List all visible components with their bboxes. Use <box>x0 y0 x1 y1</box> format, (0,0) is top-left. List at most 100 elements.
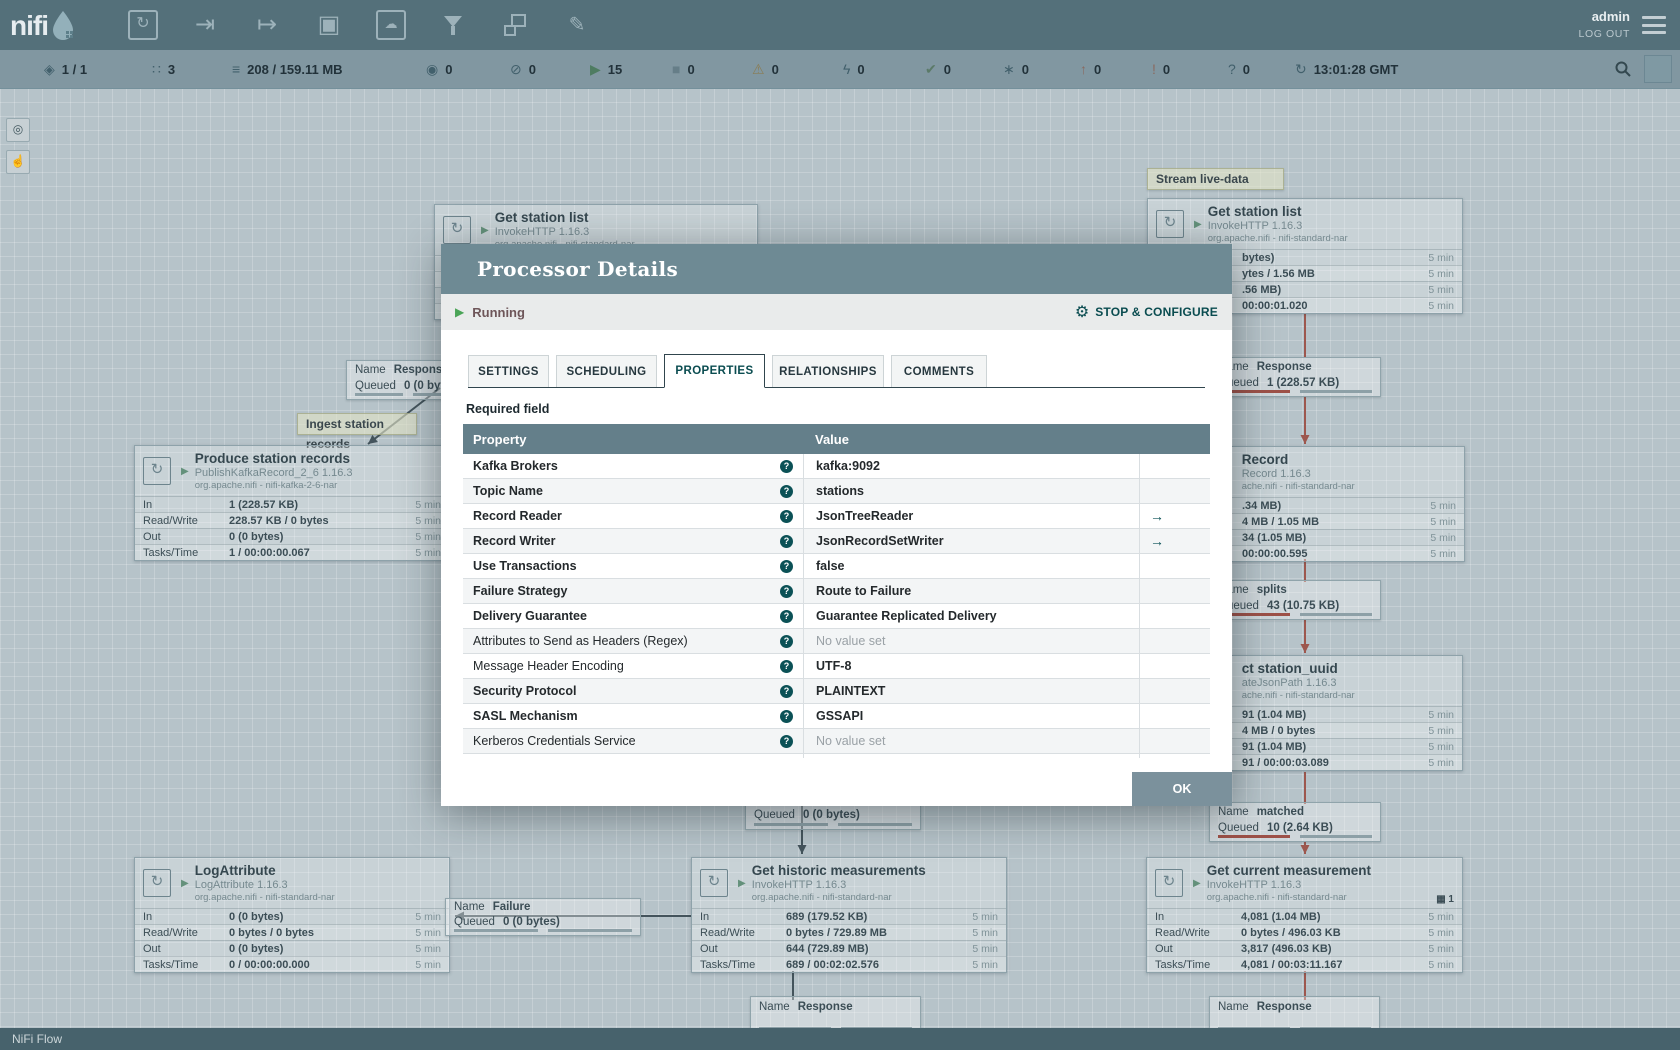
disabled-icon: ϟ <box>843 61 851 77</box>
processor-stat-row: Out 0 (0 bytes) 5 min <box>135 940 449 956</box>
processor[interactable]: ↻ ▶ LogAttribute LogAttribute 1.16.3 org… <box>134 857 450 973</box>
help-icon[interactable]: ? <box>780 484 793 498</box>
birdseye-button[interactable] <box>1644 55 1672 83</box>
processor-icon: ↻ <box>1156 210 1184 238</box>
running-icon: ▶ <box>1194 218 1202 230</box>
remote-process-group-icon[interactable]: ☁ <box>376 8 406 42</box>
current-user: admin <box>1591 9 1630 25</box>
help-icon[interactable]: ? <box>780 609 793 623</box>
property-row: Record Reader ? JsonTreeReader → <box>463 504 1210 529</box>
status-bar: ◈ 1 / 1 ∷ 3 ≡ 208 / 159.11 MB ◉ 0 ⊘ 0 ▶ … <box>0 50 1680 89</box>
connection-label[interactable]: Name Failure Queued 0 (0 bytes) <box>445 898 641 936</box>
help-icon[interactable]: ? <box>780 509 793 523</box>
go-to-service-icon[interactable]: → <box>1150 508 1164 524</box>
connection-label[interactable]: Name Response Queued 1 (228.57 KB) <box>1209 357 1381 397</box>
processor-stat-row: Out 3,817 (496.03 KB) 5 min <box>1147 940 1462 956</box>
connection-label-row: Queued 1 (228.57 KB) <box>1218 376 1340 389</box>
processor[interactable]: ↻ ▶ Get historic measurements InvokeHTTP… <box>691 857 1007 973</box>
processor-type: InvokeHTTP 1.16.3 <box>494 225 590 238</box>
tab-scheduling[interactable]: SCHEDULING <box>556 355 657 387</box>
processor-type: InvokeHTTP 1.16.3 <box>751 878 847 891</box>
processor-stat-row: Read/Write 0 bytes / 729.89 MB 5 min <box>692 924 1006 940</box>
queue-count-bar <box>754 823 828 826</box>
template-icon[interactable] <box>500 8 530 42</box>
help-icon[interactable]: ? <box>780 709 793 723</box>
processor-icon[interactable]: ↻ <box>128 8 158 42</box>
processor[interactable]: ↻ ▶ Produce station records PublishKafka… <box>134 445 450 561</box>
process-group-icon[interactable]: ▣ <box>314 8 344 42</box>
hand-icon[interactable]: ☝ <box>6 150 30 174</box>
property-value: UTF-8 <box>816 659 852 673</box>
tab-comments[interactable]: COMMENTS <box>891 355 987 387</box>
tab-properties[interactable]: PROPERTIES <box>664 354 765 388</box>
help-icon[interactable]: ? <box>780 459 793 473</box>
property-name: Topic Name <box>473 484 543 498</box>
property-value: kafka:9092 <box>816 459 880 473</box>
tab-relationships[interactable]: RELATIONSHIPS <box>772 355 884 387</box>
canvas-label[interactable]: Ingest station records <box>297 413 417 451</box>
property-name: Message Header Encoding <box>473 659 624 673</box>
breadcrumb-bar: NiFi Flow <box>0 1028 1680 1050</box>
processor-name: Record <box>1241 451 1289 467</box>
tab-settings[interactable]: SETTINGS <box>468 355 549 387</box>
output-port-icon[interactable]: ↦ <box>252 8 282 42</box>
help-icon[interactable]: ? <box>780 584 793 598</box>
status-item-sync-failure: ? 0 <box>1228 61 1251 77</box>
help-icon[interactable]: ? <box>780 559 793 573</box>
input-port-icon[interactable]: ⇥ <box>190 8 220 42</box>
processor-details-dialog: Processor Details ▶ Running ⚙ STOP & CON… <box>441 244 1232 806</box>
dialog-status-row: ▶ Running ⚙ STOP & CONFIGURE <box>441 294 1232 330</box>
breadcrumb[interactable]: NiFi Flow <box>12 1032 62 1046</box>
property-value: stations <box>816 484 864 498</box>
help-icon[interactable]: ? <box>780 734 793 748</box>
help-icon[interactable]: ? <box>780 634 793 648</box>
property-value: false <box>816 559 845 573</box>
queue-size-bar <box>1300 613 1372 616</box>
ok-button[interactable]: OK <box>1132 772 1232 806</box>
search-icon[interactable] <box>1614 60 1632 78</box>
processor-stat-row: Read/Write 0 bytes / 496.03 KB 5 min <box>1147 924 1462 940</box>
property-value: JsonTreeReader <box>816 509 914 523</box>
processor-type: PublishKafkaRecord_2_6 1.16.3 <box>194 466 353 479</box>
processor-bundle: org.apache.nifi - nifi-standard-nar <box>751 891 892 903</box>
dialog-tabs: SETTINGS SCHEDULING PROPERTIES RELATIONSHIP… <box>468 354 1205 388</box>
help-icon[interactable]: ? <box>780 534 793 548</box>
properties-table-header: Property Value <box>463 424 1210 454</box>
property-row: Delivery Guarantee ? Guarantee Replicate… <box>463 604 1210 629</box>
queue-count-bar <box>355 393 403 396</box>
processor-type: Record 1.16.3 <box>1241 467 1311 480</box>
help-icon[interactable]: ? <box>780 659 793 673</box>
funnel-icon[interactable] <box>438 8 468 42</box>
connection-label[interactable]: Queued 0 (0 bytes) <box>745 804 921 830</box>
connection-label-row: Queued 43 (10.75 KB) <box>1218 599 1340 612</box>
processor-type: LogAttribute 1.16.3 <box>194 878 288 891</box>
queue-size-bar <box>548 929 632 932</box>
connection-label-row: Queued 0 (0 bytes) <box>754 808 860 821</box>
property-value: Route to Failure <box>816 584 912 598</box>
connection-label[interactable]: Name matched Queued 10 (2.64 KB) <box>1209 802 1381 842</box>
connection-label-row: Queued 10 (2.64 KB) <box>1218 821 1333 834</box>
property-row: Record Writer ? JsonRecordSetWriter → <box>463 529 1210 554</box>
help-icon[interactable]: ? <box>780 684 793 698</box>
connection-label[interactable]: Name splits Queued 43 (10.75 KB) <box>1209 580 1381 620</box>
status-item-cluster: ◈ 1 / 1 <box>44 60 88 77</box>
canvas-label[interactable]: Stream live-data <box>1147 168 1284 190</box>
processor-icon: ↻ <box>143 457 171 485</box>
queue-size-bar <box>1300 390 1372 393</box>
property-row: Security Protocol ? PLAINTEXT → <box>463 679 1210 704</box>
navigate-icon[interactable]: ◎ <box>6 118 30 142</box>
processor-bundle: ache.nifi - nifi-standard-nar <box>1241 689 1355 701</box>
label-icon[interactable]: ✎ <box>562 8 592 42</box>
processor-name: LogAttribute <box>194 862 276 878</box>
stop-and-configure-button[interactable]: ⚙ STOP & CONFIGURE <box>1075 302 1218 322</box>
logout-link[interactable]: LOG OUT <box>1579 27 1630 43</box>
connection-arrowhead <box>368 434 378 444</box>
processor[interactable]: ↻ ▶ Get current measurement InvokeHTTP 1… <box>1146 857 1463 973</box>
go-to-service-icon[interactable]: → <box>1150 533 1164 549</box>
status-item-stopped: ■ 0 <box>672 61 695 77</box>
run-status-label: Running <box>472 304 525 320</box>
global-menu-icon[interactable] <box>1642 16 1666 34</box>
processor-stat-row: Out 644 (729.89 MB) 5 min <box>692 940 1006 956</box>
sync-failure-icon: ? <box>1228 61 1236 77</box>
property-row: SASL Mechanism ? GSSAPI → <box>463 704 1210 729</box>
